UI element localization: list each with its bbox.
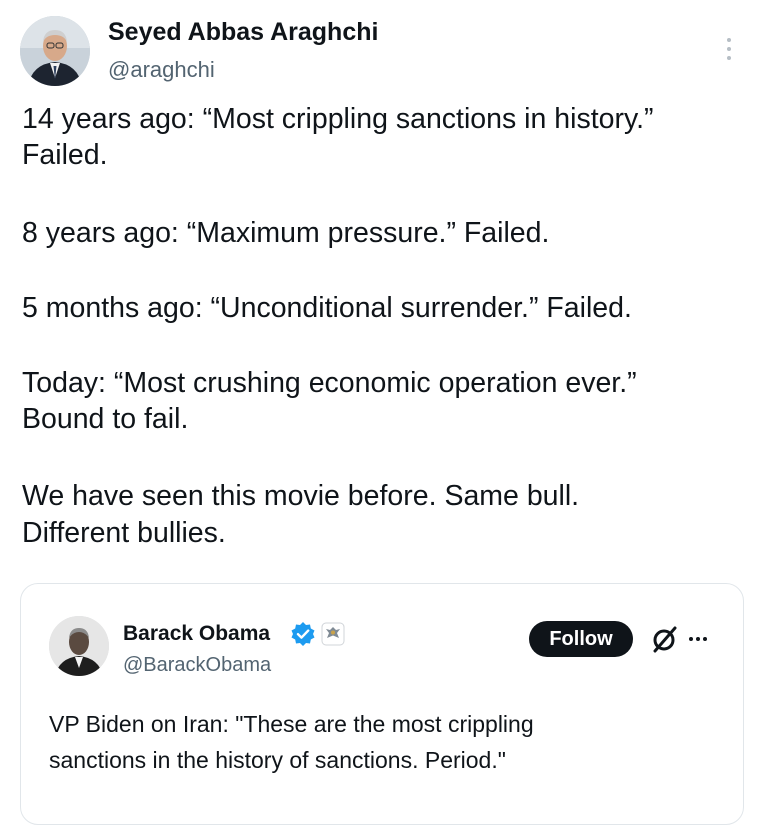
government-seal-icon — [321, 622, 345, 646]
verified-badge-icon — [290, 621, 316, 647]
tweet-text-line: We have seen this movie before. Same bul… — [22, 480, 580, 512]
quoted-author-name[interactable]: Barack Obama — [123, 622, 270, 646]
tweet-text-line: 5 months ago: “Unconditional surrender.”… — [22, 292, 632, 324]
tweet-text-line: 8 years ago: “Maximum pressure.” Failed. — [22, 217, 550, 249]
tweet-text-line: Different bullies. — [22, 517, 226, 549]
tweet-text-line: Bound to fail. — [22, 403, 189, 435]
follow-button[interactable]: Follow — [529, 621, 633, 657]
quoted-tweet-card[interactable]: Barack Obama @BarackObama Follow VP Bide… — [20, 583, 744, 825]
tweet-text-line: Today: “Most crushing economic operation… — [22, 367, 637, 399]
quoted-author-handle[interactable]: @BarackObama — [123, 654, 271, 677]
tweet-avatar[interactable] — [20, 16, 90, 86]
grok-icon[interactable] — [651, 624, 679, 654]
tweet-text-line: 14 years ago: “Most crippling sanctions … — [22, 103, 654, 135]
quoted-author-avatar[interactable] — [49, 616, 109, 676]
more-vertical-icon[interactable] — [722, 38, 736, 66]
author-handle[interactable]: @araghchi — [108, 57, 215, 83]
more-horizontal-icon[interactable] — [689, 628, 713, 641]
author-name[interactable]: Seyed Abbas Araghchi — [108, 18, 378, 47]
quoted-tweet-text-line: sanctions in the history of sanctions. P… — [49, 747, 506, 773]
tweet-text-line: Failed. — [22, 139, 108, 171]
quoted-tweet-text-line: VP Biden on Iran: "These are the most cr… — [49, 711, 534, 737]
